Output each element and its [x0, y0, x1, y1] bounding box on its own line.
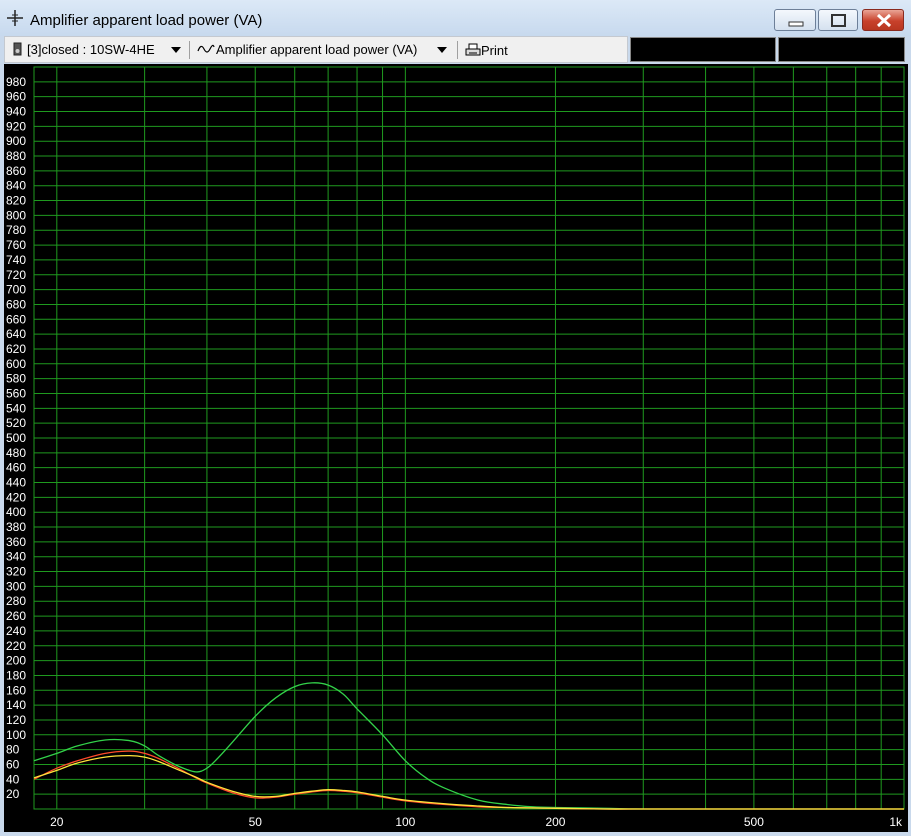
maximize-button[interactable] [818, 9, 858, 31]
y-tick-label: 140 [6, 698, 26, 712]
y-tick-label: 320 [6, 565, 26, 579]
y-tick-label: 180 [6, 668, 26, 682]
y-tick-label: 200 [6, 654, 26, 668]
y-tick-label: 40 [6, 772, 20, 786]
y-tick-label: 760 [6, 238, 26, 252]
cursor-readout-right [778, 37, 905, 62]
y-tick-label: 500 [6, 431, 26, 445]
x-tick-label: 1k [889, 815, 903, 829]
y-tick-label: 240 [6, 624, 26, 638]
printer-icon [465, 43, 481, 56]
y-tick-label: 400 [6, 505, 26, 519]
y-tick-label: 780 [6, 223, 26, 237]
y-tick-label: 300 [6, 579, 26, 593]
print-label: Print [481, 43, 508, 58]
x-tick-label: 50 [249, 815, 263, 829]
chart-plot[interactable]: 2040608010012014016018020022024026028030… [4, 64, 908, 832]
chart-select[interactable]: Amplifier apparent load power (VA) [216, 41, 417, 59]
y-tick-label: 260 [6, 609, 26, 623]
y-tick-label: 100 [6, 728, 26, 742]
y-tick-label: 940 [6, 105, 26, 119]
y-tick-label: 540 [6, 401, 26, 415]
y-tick-label: 900 [6, 134, 26, 148]
print-button[interactable]: Print [465, 41, 508, 59]
toolbar: [3]closed : 10SW-4HE Amplifier apparent … [4, 36, 628, 63]
y-tick-label: 600 [6, 357, 26, 371]
y-tick-label: 480 [6, 446, 26, 460]
y-tick-label: 560 [6, 386, 26, 400]
x-tick-label: 100 [395, 815, 415, 829]
waveform-icon [197, 44, 215, 53]
close-button[interactable] [862, 9, 904, 31]
y-tick-label: 800 [6, 208, 26, 222]
y-tick-label: 20 [6, 787, 20, 801]
y-tick-label: 340 [6, 550, 26, 564]
y-tick-label: 880 [6, 149, 26, 163]
y-tick-label: 680 [6, 297, 26, 311]
y-tick-label: 920 [6, 119, 26, 133]
minimize-icon [788, 21, 804, 27]
title-bar[interactable]: Amplifier apparent load power (VA) [0, 0, 911, 36]
y-tick-label: 520 [6, 416, 26, 430]
crosshair-icon [7, 10, 23, 26]
minimize-button[interactable] [774, 9, 816, 31]
y-tick-label: 420 [6, 490, 26, 504]
y-tick-label: 840 [6, 179, 26, 193]
driver-select[interactable]: [3]closed : 10SW-4HE [27, 41, 155, 59]
y-tick-label: 640 [6, 327, 26, 341]
y-tick-label: 580 [6, 372, 26, 386]
y-tick-label: 280 [6, 594, 26, 608]
close-icon [876, 13, 892, 28]
y-tick-label: 80 [6, 743, 20, 757]
series-line [33, 750, 904, 810]
toolbar-separator [457, 41, 458, 59]
y-tick-label: 720 [6, 268, 26, 282]
y-tick-label: 980 [6, 75, 26, 89]
y-tick-label: 960 [6, 90, 26, 104]
chevron-down-icon[interactable] [437, 46, 447, 54]
y-tick-label: 440 [6, 476, 26, 490]
x-tick-label: 500 [744, 815, 764, 829]
series-line [33, 682, 904, 810]
y-tick-label: 820 [6, 194, 26, 208]
chevron-down-icon[interactable] [171, 46, 181, 54]
y-tick-label: 700 [6, 283, 26, 297]
y-tick-label: 380 [6, 520, 26, 534]
y-tick-label: 360 [6, 535, 26, 549]
driver-select-label: [3]closed : 10SW-4HE [27, 42, 155, 57]
x-tick-label: 20 [50, 815, 64, 829]
maximize-icon [831, 14, 846, 27]
x-tick-label: 200 [545, 815, 565, 829]
toolbar-separator [189, 41, 190, 59]
window-title: Amplifier apparent load power (VA) [30, 12, 263, 29]
cursor-readout-left [630, 37, 776, 62]
y-tick-label: 120 [6, 713, 26, 727]
chart-area[interactable]: 20 40 60 80 100 120 140 160 180 200 220 240 260 280 30… [4, 64, 908, 832]
series-line [33, 754, 904, 810]
y-tick-label: 740 [6, 253, 26, 267]
y-tick-label: 660 [6, 312, 26, 326]
speaker-icon [13, 42, 22, 56]
y-tick-label: 620 [6, 342, 26, 356]
y-tick-label: 220 [6, 639, 26, 653]
y-tick-label: 460 [6, 461, 26, 475]
chart-select-label: Amplifier apparent load power (VA) [216, 42, 418, 57]
y-tick-label: 60 [6, 757, 20, 771]
y-tick-label: 160 [6, 683, 26, 697]
y-tick-label: 860 [6, 164, 26, 178]
